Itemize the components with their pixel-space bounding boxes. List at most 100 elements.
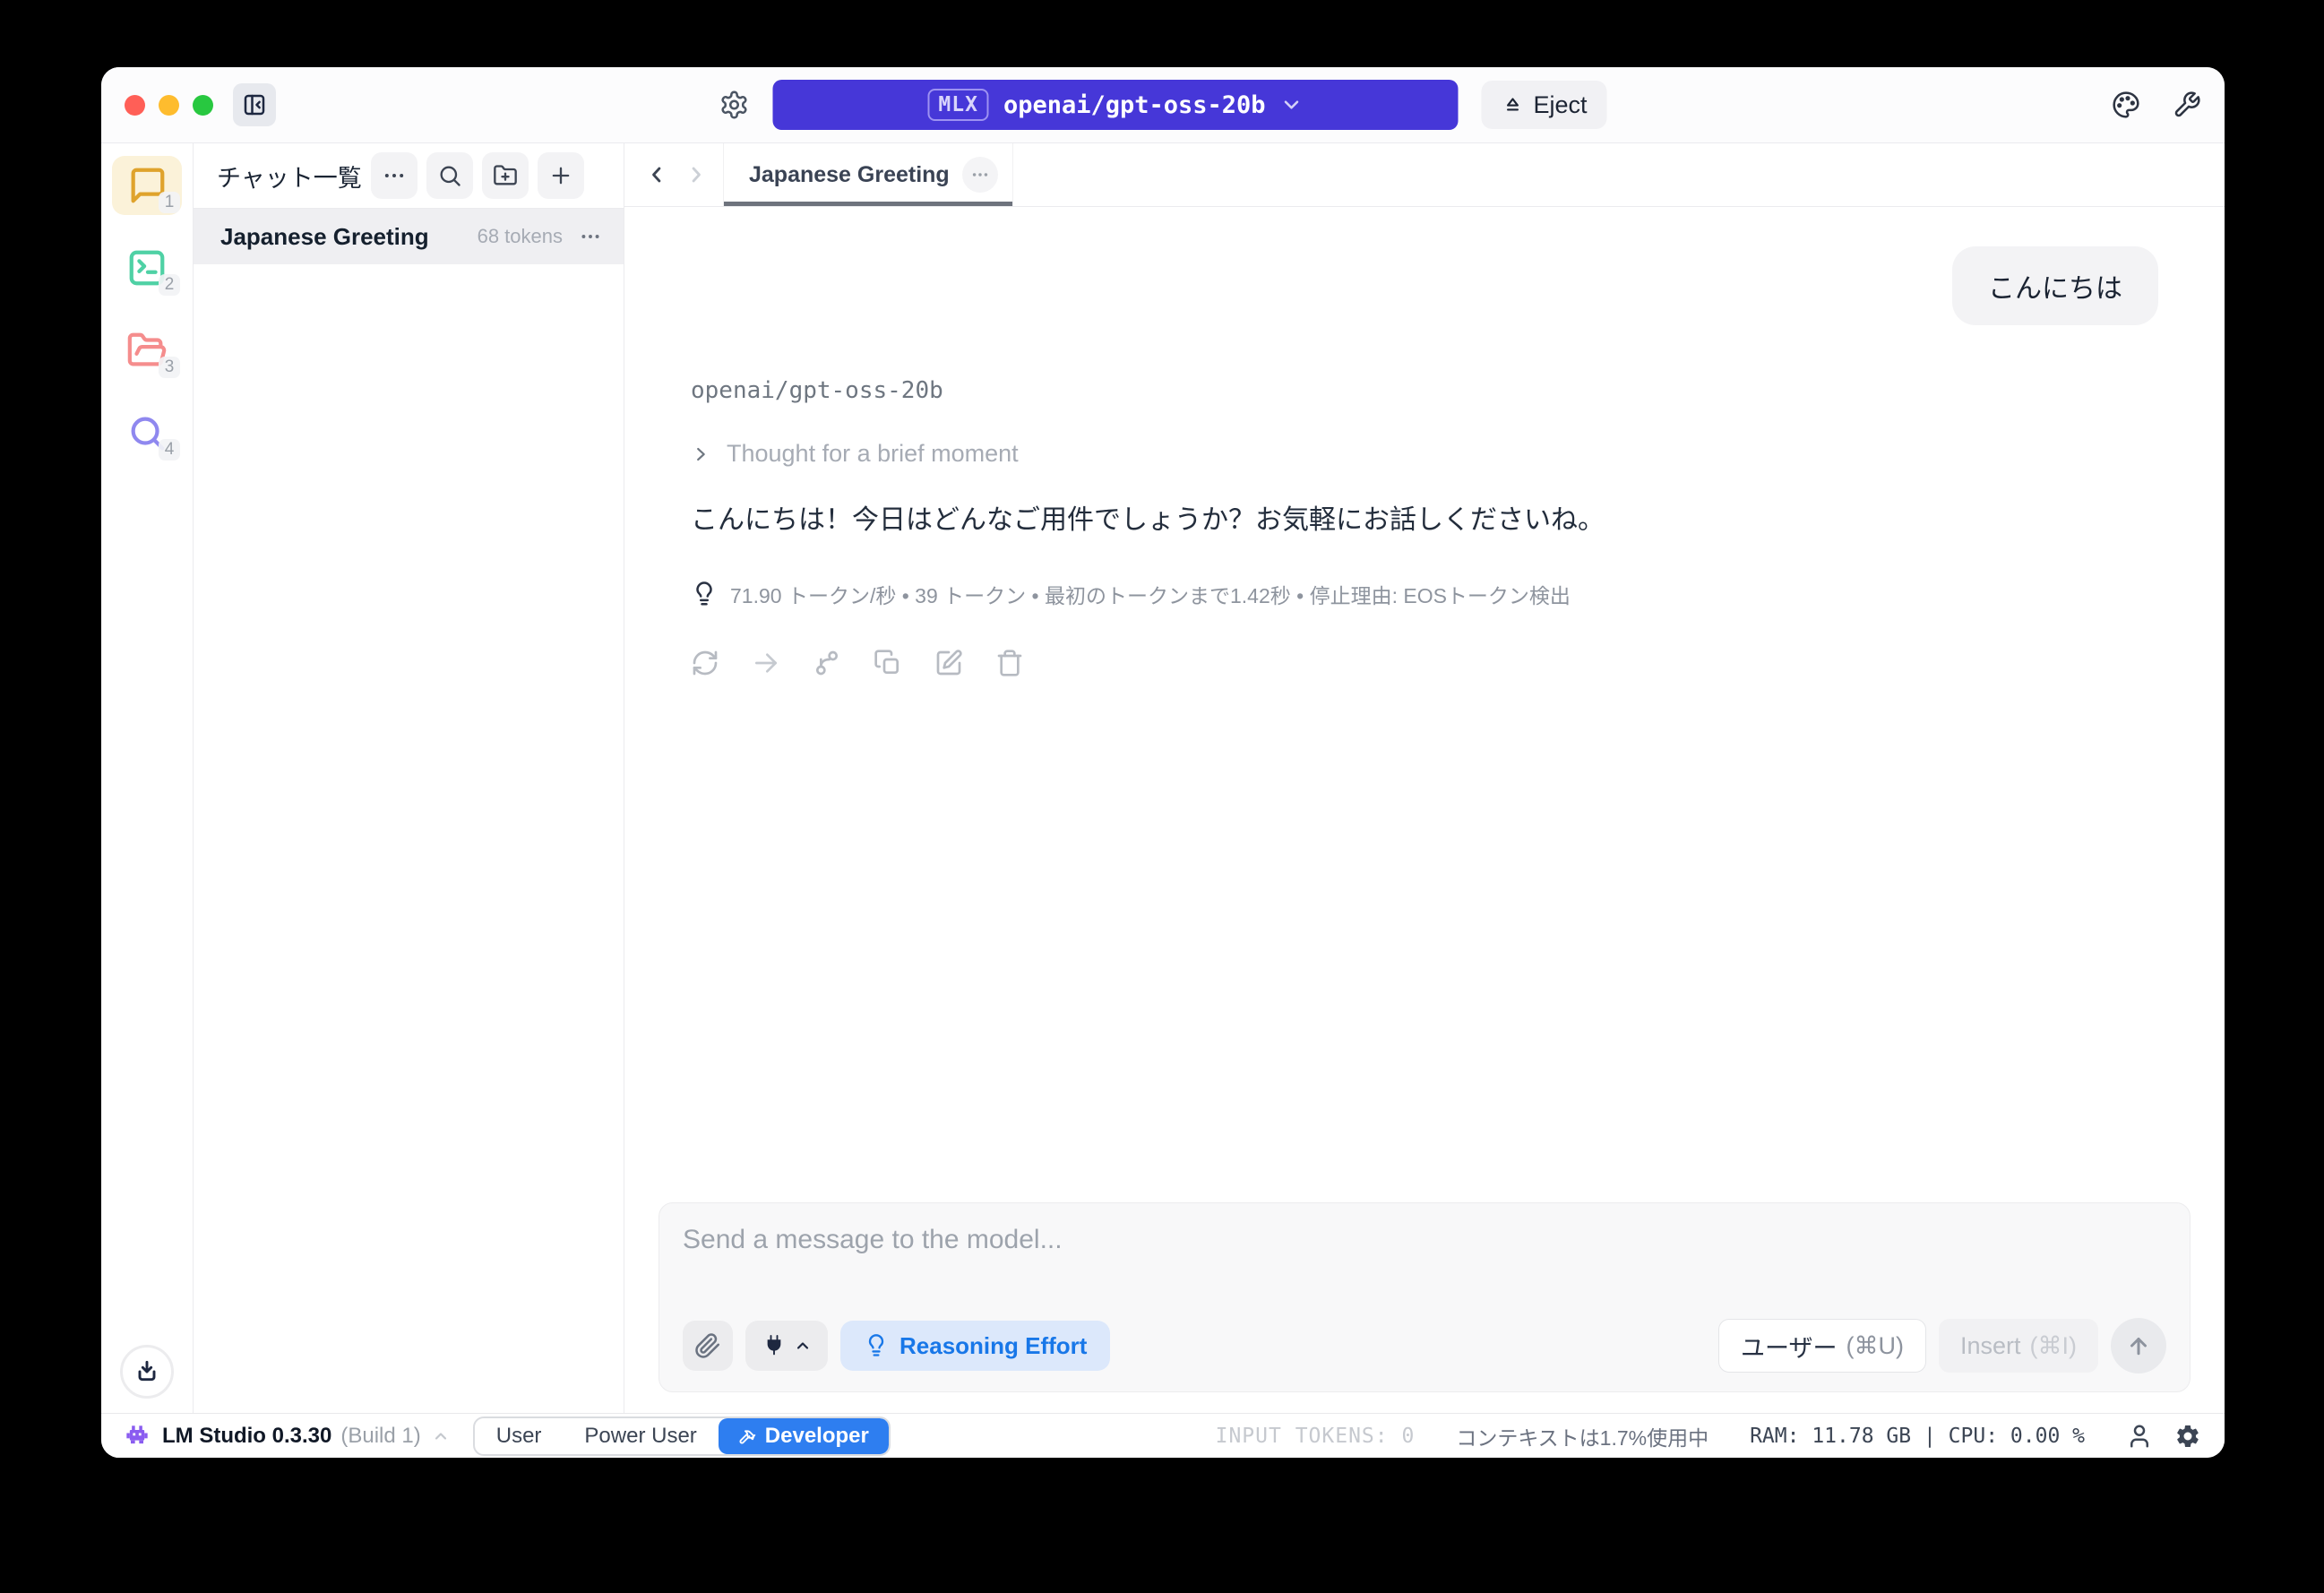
- chat-search-button[interactable]: [426, 152, 473, 199]
- copy-button[interactable]: [874, 649, 902, 677]
- active-tab-indicator: [724, 202, 1012, 206]
- sidebar-toggle-icon: [241, 91, 268, 118]
- user-icon: [2126, 1423, 2153, 1450]
- chat-title: Japanese Greeting: [220, 223, 429, 251]
- chevron-right-icon: [684, 162, 709, 187]
- account-button[interactable]: [2126, 1423, 2153, 1450]
- chat-item-menu-button[interactable]: [579, 225, 602, 248]
- resource-divider: |: [1924, 1425, 1936, 1448]
- sidebar-item-developer[interactable]: 2: [112, 238, 182, 297]
- cpu-usage: CPU: 0.00 %: [1949, 1425, 2085, 1448]
- chat-list-item[interactable]: Japanese Greeting 68 tokens: [194, 209, 624, 264]
- sidebar-toggle-button[interactable]: [233, 83, 276, 126]
- conversation-area[interactable]: こんにちは openai/gpt-oss-20b Thought for a b…: [624, 207, 2225, 1413]
- gear-icon: [719, 90, 749, 120]
- mode-developer-button[interactable]: Developer: [719, 1418, 889, 1454]
- chat-list-title: チャット一覧: [217, 159, 362, 194]
- chevron-right-icon: [691, 444, 710, 464]
- mlx-runtime-badge: MLX: [927, 89, 989, 121]
- insert-shortcut: (⌘I): [2030, 1332, 2077, 1360]
- model-selector-button[interactable]: MLX openai/gpt-oss-20b: [772, 80, 1458, 130]
- titlebar-right: [2112, 90, 2201, 119]
- assistant-model-label: openai/gpt-oss-20b: [691, 377, 943, 404]
- user-message-bubble: こんにちは: [1952, 246, 2158, 325]
- new-chat-button[interactable]: [538, 152, 584, 199]
- input-tokens-value: 0: [1401, 1425, 1415, 1448]
- model-settings-gear-button[interactable]: [719, 90, 749, 120]
- edit-button[interactable]: [934, 649, 963, 677]
- user-message-row: こんにちは: [691, 246, 2158, 325]
- sidebar-item-chat[interactable]: 1: [112, 156, 182, 215]
- chat-list-header: チャット一覧: [194, 143, 624, 209]
- branch-button[interactable]: [813, 649, 841, 677]
- history-forward-button[interactable]: [676, 143, 716, 206]
- message-input[interactable]: [683, 1225, 2166, 1311]
- shortcut-badge: 3: [159, 357, 180, 378]
- insert-message-button[interactable]: Insert (⌘I): [1939, 1319, 2098, 1373]
- mode-user-button[interactable]: User: [475, 1418, 564, 1454]
- arrow-up-icon: [2125, 1332, 2152, 1359]
- chevron-up-icon[interactable]: [432, 1427, 450, 1445]
- git-branch-icon: [813, 649, 841, 677]
- ellipsis-icon: [970, 165, 990, 185]
- user-mode-segmented-control: User Power User Developer: [473, 1416, 891, 1456]
- composer-toolbar: Reasoning Effort ユーザー (⌘U) Insert (⌘I): [683, 1318, 2166, 1373]
- shortcut-badge: 2: [159, 274, 180, 296]
- thought-disclosure[interactable]: Thought for a brief moment: [691, 440, 1019, 468]
- mode-power-user-button[interactable]: Power User: [563, 1418, 718, 1454]
- sidebar-item-my-models[interactable]: 3: [112, 321, 182, 380]
- palette-icon: [2112, 90, 2140, 119]
- tab-menu-button[interactable]: [962, 157, 998, 193]
- tab-japanese-greeting[interactable]: Japanese Greeting: [723, 143, 1013, 206]
- assistant-response-text: こんにちは！今日はどんなご用件でしょうか？お気軽にお話しくださいね。: [691, 502, 1605, 539]
- window-controls: [125, 95, 213, 116]
- minimize-window-button[interactable]: [159, 95, 179, 116]
- reasoning-effort-button[interactable]: Reasoning Effort: [840, 1321, 1110, 1371]
- tab-label: Japanese Greeting: [749, 162, 950, 188]
- settings-button[interactable]: [2174, 1423, 2201, 1450]
- delete-button[interactable]: [995, 649, 1024, 677]
- message-composer: Reasoning Effort ユーザー (⌘U) Insert (⌘I): [658, 1202, 2191, 1392]
- chat-list-panel: チャット一覧: [194, 143, 624, 1413]
- close-window-button[interactable]: [125, 95, 145, 116]
- status-bar-right: INPUT TOKENS: 0 コンテキストは1.7%使用中 RAM: 11.7…: [1216, 1421, 2201, 1451]
- loaded-model-name: openai/gpt-oss-20b: [1003, 91, 1266, 119]
- titlebar: MLX openai/gpt-oss-20b Eject: [101, 67, 2225, 143]
- plugins-button[interactable]: [745, 1321, 828, 1371]
- lightbulb-icon: [691, 581, 718, 607]
- send-as-user-button[interactable]: ユーザー (⌘U): [1718, 1319, 1926, 1373]
- hammer-icon: [738, 1427, 756, 1445]
- role-label: ユーザー: [1741, 1329, 1837, 1364]
- eject-model-button[interactable]: Eject: [1481, 81, 1606, 129]
- chevron-down-icon: [1280, 93, 1304, 116]
- attach-file-button[interactable]: [683, 1321, 733, 1371]
- chat-list-actions: [371, 152, 584, 199]
- chat-token-count: 68 tokens: [478, 225, 563, 248]
- send-message-button[interactable]: [2111, 1318, 2166, 1373]
- ellipsis-icon: [579, 225, 602, 248]
- arrow-right-icon: [752, 649, 780, 677]
- chevron-left-icon: [644, 162, 669, 187]
- history-back-button[interactable]: [637, 143, 676, 206]
- zoom-window-button[interactable]: [193, 95, 213, 116]
- insert-label: Insert: [1960, 1332, 2021, 1360]
- sidebar-item-discover[interactable]: 4: [112, 403, 182, 462]
- thought-label: Thought for a brief moment: [727, 440, 1019, 468]
- regenerate-button[interactable]: [691, 649, 719, 677]
- downloads-button[interactable]: [120, 1345, 174, 1399]
- shortcut-badge: 4: [159, 439, 180, 461]
- continue-button[interactable]: [752, 649, 780, 677]
- shortcut-badge: 1: [159, 192, 180, 213]
- generation-stats-text: 71.90 トークン/秒 • 39 トークン • 最初のトークンまで1.42秒 …: [730, 579, 1571, 609]
- lightbulb-icon: [864, 1333, 889, 1358]
- theme-button[interactable]: [2112, 90, 2140, 119]
- window-body: 1 2 3 4: [101, 143, 2225, 1413]
- new-folder-button[interactable]: [482, 152, 529, 199]
- chat-list-more-button[interactable]: [371, 152, 417, 199]
- developer-tools-button[interactable]: [2173, 90, 2201, 119]
- trash-icon: [995, 649, 1024, 677]
- role-shortcut: (⌘U): [1846, 1332, 1904, 1360]
- gear-icon: [2174, 1423, 2201, 1450]
- sidebar-rail: 1 2 3 4: [101, 143, 194, 1413]
- refresh-icon: [691, 649, 719, 677]
